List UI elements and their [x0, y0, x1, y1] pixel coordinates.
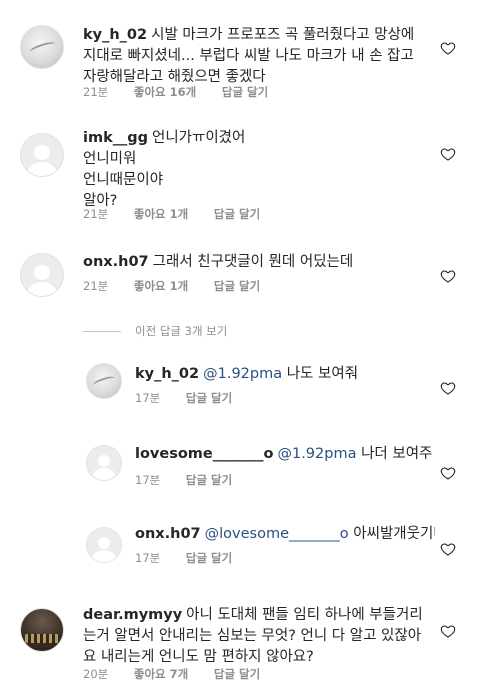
- comment-meta: 20분 좋아요 7개 답글 달기: [83, 666, 282, 682]
- reply-text: ky_h_02 @1.92pma 나도 보여줘: [135, 364, 435, 385]
- reply-button[interactable]: 답글 달기: [214, 206, 260, 222]
- user-avatar[interactable]: [86, 363, 122, 399]
- comment-time: 21분: [83, 207, 109, 221]
- reply-body: 나더 보여주 ㅓ: [361, 446, 435, 462]
- comment-meta: 21분 좋아요 1개 답글 달기: [83, 206, 282, 222]
- comment-time: 21분: [83, 279, 109, 293]
- heart-outline-icon[interactable]: [440, 146, 456, 162]
- user-avatar[interactable]: [20, 253, 64, 297]
- comment-likes[interactable]: 좋아요 16개: [134, 84, 196, 100]
- reply-item: ky_h_02 @1.92pma 나도 보여줘 17분 답글 달기: [0, 350, 480, 425]
- heart-outline-icon[interactable]: [440, 541, 456, 557]
- user-avatar[interactable]: [20, 608, 64, 652]
- reply-meta: 17분 답글 달기: [135, 550, 254, 566]
- heart-outline-icon[interactable]: [440, 380, 456, 396]
- comment-username[interactable]: dear.mymyy: [83, 607, 182, 623]
- reply-time: 17분: [135, 551, 161, 565]
- reply-time: 17분: [135, 473, 161, 487]
- heart-outline-icon[interactable]: [440, 623, 456, 639]
- reply-text: onx.h07@lovesome_______o 아씨발개웃기네: [135, 524, 435, 545]
- comment-meta: 21분 좋아요 1개 답글 달기: [83, 278, 282, 294]
- comment-item: ky_h_02 시발 마크가 프로포즈 곡 풀러줬다고 망상에 지대로 빠지셨네.…: [0, 0, 480, 110]
- reply-button[interactable]: 답글 달기: [214, 666, 260, 682]
- user-avatar[interactable]: [86, 445, 122, 481]
- comment-body: 그래서 친구댓글이 뭔데 어딨는데: [152, 254, 354, 270]
- comment-likes[interactable]: 좋아요 1개: [134, 278, 188, 294]
- comment-likes[interactable]: 좋아요 1개: [134, 206, 188, 222]
- reply-text: lovesome_______o@1.92pma 나더 보여주 ㅓ: [135, 444, 435, 465]
- replies-divider: [83, 330, 121, 332]
- reply-body: 나도 보여줘: [286, 366, 359, 382]
- comment-text: onx.h07 그래서 친구댓글이 뭔데 어딨는데: [83, 252, 428, 273]
- reply-item: lovesome_______o@1.92pma 나더 보여주 ㅓ 17분 답글…: [0, 430, 480, 510]
- comment-item: onx.h07 그래서 친구댓글이 뭔데 어딨는데 21분 좋아요 1개 답글 달…: [0, 235, 480, 315]
- user-avatar[interactable]: [86, 527, 122, 563]
- reply-button[interactable]: 답글 달기: [214, 278, 260, 294]
- comment-text: ky_h_02 시발 마크가 프로포즈 곡 풀러줬다고 망상에 지대로 빠지셨네.…: [83, 25, 428, 88]
- reply-time: 17분: [135, 391, 161, 405]
- comment-meta: 21분 좋아요 16개 답글 달기: [83, 84, 290, 100]
- reply-button[interactable]: 답글 달기: [186, 472, 232, 488]
- view-previous-replies-label[interactable]: 이전 답글 3개 보기: [135, 323, 227, 339]
- comment-time: 20분: [83, 667, 109, 681]
- comment-item: imk__gg 언니가ㅠ이겼어 언니미워 언니때문이야 알아? 21분 좋아요 1…: [0, 110, 480, 235]
- heart-outline-icon[interactable]: [440, 40, 456, 56]
- reply-username[interactable]: ky_h_02: [135, 366, 199, 382]
- comment-username[interactable]: ky_h_02: [83, 27, 147, 43]
- heart-outline-icon[interactable]: [440, 268, 456, 284]
- reply-meta: 17분 답글 달기: [135, 390, 254, 406]
- comment-text: imk__gg 언니가ㅠ이겼어 언니미워 언니때문이야 알아?: [83, 128, 428, 212]
- reply-mention[interactable]: @1.92pma: [203, 366, 282, 382]
- comment-item: dear.mymyy 아니 도대체 팬들 임티 하나에 부들거리는거 알면서 안내…: [0, 590, 480, 699]
- reply-item: onx.h07@lovesome_______o 아씨발개웃기네 17분 답글 …: [0, 515, 480, 590]
- comment-time: 21분: [83, 85, 109, 99]
- reply-body: 아씨발개웃기네: [353, 526, 435, 542]
- reply-mention[interactable]: @1.92pma: [277, 446, 356, 462]
- reply-meta: 17분 답글 달기: [135, 472, 254, 488]
- user-avatar[interactable]: [20, 133, 64, 177]
- comment-likes[interactable]: 좋아요 7개: [134, 666, 188, 682]
- heart-outline-icon[interactable]: [440, 465, 456, 481]
- view-previous-replies[interactable]: 이전 답글 3개 보기: [83, 323, 227, 339]
- reply-mention[interactable]: @lovesome_______o: [205, 526, 349, 542]
- comment-text: dear.mymyy 아니 도대체 팬들 임티 하나에 부들거리는거 알면서 안내…: [83, 605, 428, 668]
- user-avatar[interactable]: [20, 25, 64, 69]
- comment-username[interactable]: onx.h07: [83, 254, 149, 270]
- reply-button[interactable]: 답글 달기: [186, 550, 232, 566]
- reply-button[interactable]: 답글 달기: [186, 390, 232, 406]
- comment-username[interactable]: imk__gg: [83, 130, 148, 146]
- reply-username[interactable]: onx.h07: [135, 526, 201, 542]
- reply-button[interactable]: 답글 달기: [222, 84, 268, 100]
- reply-username[interactable]: lovesome_______o: [135, 446, 273, 462]
